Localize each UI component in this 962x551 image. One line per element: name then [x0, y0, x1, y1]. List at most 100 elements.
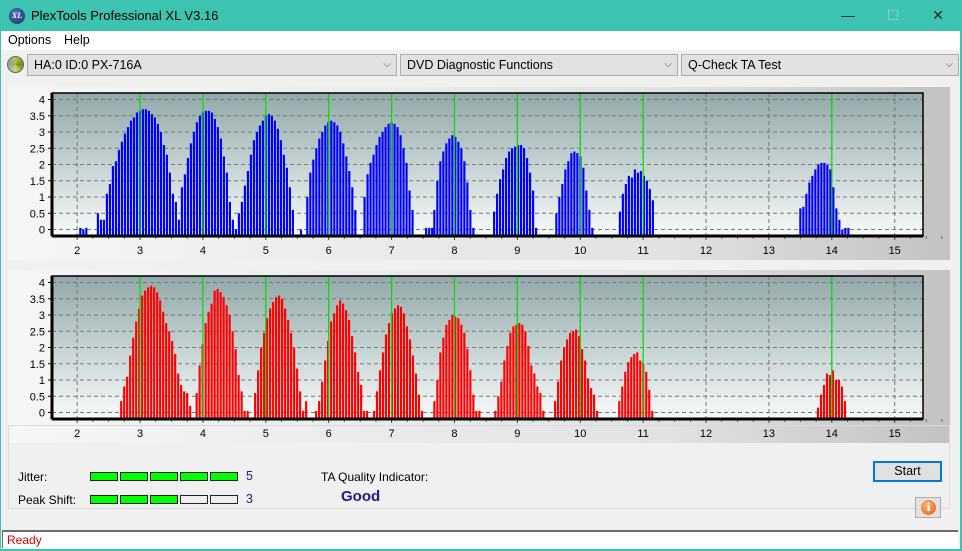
histogram-bar: [843, 401, 847, 419]
histogram-bar: [237, 213, 240, 236]
histogram-bar: [442, 151, 445, 236]
test-select[interactable]: Q-Check TA Test ⌵: [681, 54, 959, 76]
histogram-bar: [384, 127, 387, 236]
menu-help[interactable]: Help: [64, 33, 90, 47]
drive-select-value: HA:0 ID:0 PX-716A: [34, 58, 142, 72]
window-title: PlexTools Professional XL V3.16: [31, 8, 219, 23]
histogram-bar: [506, 345, 509, 419]
histogram-bar: [147, 110, 150, 236]
histogram-bar: [436, 380, 439, 419]
peak-shift-score: 3: [246, 492, 253, 506]
histogram-bar: [508, 151, 511, 236]
menu-bar: Options Help: [1, 31, 960, 50]
title-bar: XL PlexTools Professional XL V3.16 — ☐ ✕: [0, 0, 962, 31]
histogram-bar: [246, 171, 249, 236]
histogram-bar: [408, 190, 411, 236]
histogram-bar: [342, 303, 345, 419]
histogram-bar: [210, 303, 213, 419]
disc-drive-icon: [7, 56, 24, 73]
histogram-bar: [272, 302, 275, 419]
histogram-bar: [189, 143, 192, 236]
maximize-button[interactable]: ☐: [870, 0, 916, 31]
histogram-bar: [527, 345, 530, 419]
histogram-bar: [180, 384, 183, 419]
histogram-bar: [436, 180, 439, 236]
function-select[interactable]: DVD Diagnostic Functions ⌵: [400, 54, 678, 76]
info-button[interactable]: i: [915, 497, 941, 518]
histogram-bar: [192, 132, 195, 236]
histogram-bar: [618, 211, 621, 236]
meter-segment: [180, 472, 208, 481]
histogram-bar: [529, 172, 532, 236]
histogram-bar: [378, 136, 381, 236]
histogram-bar: [558, 197, 561, 236]
histogram-bar: [135, 321, 138, 419]
histogram-bar: [554, 401, 557, 419]
y-tick-label: 2.5: [30, 143, 45, 155]
histogram-bar: [216, 289, 219, 419]
app-logo-icon: XL: [9, 8, 25, 24]
histogram-bar: [324, 360, 327, 419]
histogram-bar: [375, 391, 379, 419]
histogram-bar: [261, 120, 264, 236]
histogram-bar: [249, 154, 252, 236]
histogram-bar: [156, 292, 159, 419]
histogram-bar: [451, 315, 454, 419]
histogram-bar: [816, 407, 820, 419]
histogram-bar: [814, 169, 817, 236]
histogram-bar: [285, 167, 288, 236]
histogram-bar: [315, 148, 318, 236]
start-button[interactable]: Start: [873, 461, 942, 482]
y-tick-label: 4: [39, 95, 45, 107]
histogram-bar: [633, 169, 636, 236]
histogram-bar: [141, 295, 144, 419]
histogram-bar: [835, 208, 838, 236]
histogram-bar: [126, 127, 129, 236]
histogram-bar: [351, 187, 354, 236]
histogram-bar: [336, 125, 339, 236]
y-tick-label: 0.5: [30, 208, 45, 220]
histogram-bar: [802, 206, 805, 236]
meter-segment: [210, 472, 238, 481]
histogram-bar: [645, 371, 648, 419]
histogram-bar: [621, 386, 624, 419]
histogram-bar: [165, 323, 168, 419]
minimize-button[interactable]: —: [825, 0, 871, 31]
y-tick-label: 2: [39, 343, 45, 355]
histogram-bar: [228, 315, 231, 419]
close-button[interactable]: ✕: [915, 0, 961, 31]
histogram-bar: [384, 334, 388, 419]
drive-select[interactable]: HA:0 ID:0 PX-716A ⌵: [27, 54, 397, 76]
histogram-bar: [333, 122, 336, 236]
histogram-bar: [590, 388, 593, 419]
histogram-bar: [433, 401, 436, 419]
histogram-bar: [96, 213, 99, 236]
histogram-bar: [569, 332, 572, 419]
histogram-bar: [210, 112, 213, 236]
histogram-bar: [150, 285, 153, 419]
toolbar: HA:0 ID:0 PX-716A ⌵ DVD Diagnostic Funct…: [1, 51, 960, 79]
histogram-bar: [99, 219, 102, 236]
meter-segment: [90, 472, 118, 481]
histogram-bar: [219, 138, 222, 236]
histogram-bar: [584, 360, 587, 419]
histogram-bar: [411, 210, 414, 236]
histogram-bar: [469, 370, 472, 419]
histogram-bar: [630, 357, 633, 419]
histogram-bar: [219, 292, 222, 419]
histogram-bar: [144, 109, 147, 236]
meter-segment: [120, 472, 148, 481]
peak-shift-label: Peak Shift:: [18, 493, 77, 507]
histogram-bar: [588, 210, 591, 236]
histogram-bar: [496, 193, 499, 236]
histogram-bar: [539, 393, 542, 419]
histogram-bar: [396, 305, 400, 419]
menu-options[interactable]: Options: [8, 33, 51, 47]
y-tick-label: 3.5: [30, 294, 45, 306]
histogram-bar: [393, 123, 396, 236]
histogram-bar: [523, 148, 526, 236]
histogram-bar: [823, 162, 826, 236]
histogram-bar: [168, 172, 171, 236]
histogram-bar: [499, 179, 502, 236]
histogram-bar: [576, 153, 579, 236]
